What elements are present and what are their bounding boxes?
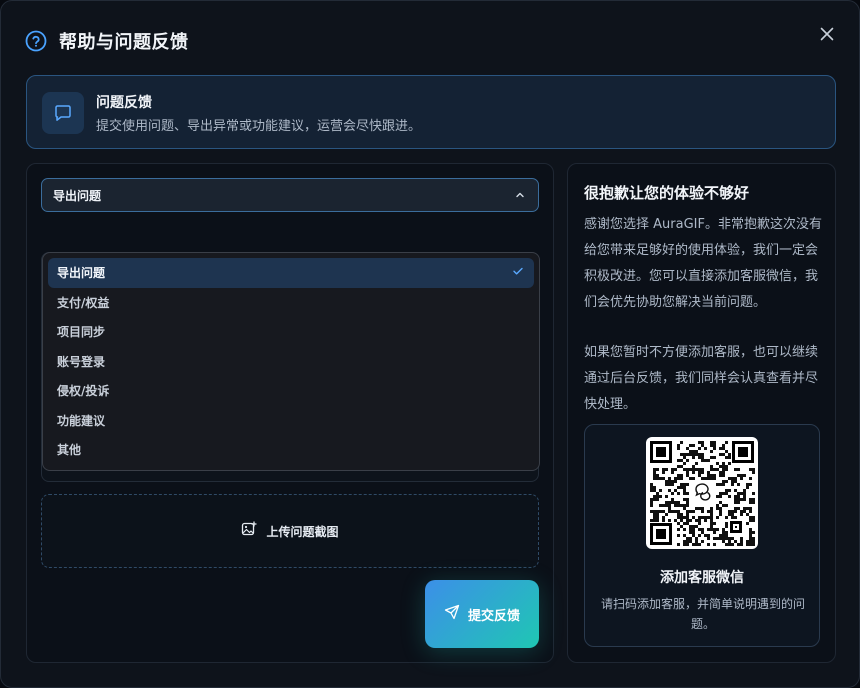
option-label: 项目同步: [57, 325, 106, 340]
banner-title: 问题反馈: [96, 95, 152, 111]
category-option[interactable]: 支付/权益: [48, 288, 534, 318]
wechat-qr-code: [646, 437, 758, 549]
support-paragraph-1: 感谢您选择 AuraGIF。非常抱歉这次没有给您带来足够好的使用体验，我们一定会…: [584, 217, 822, 310]
submit-feedback-button[interactable]: 提交反馈: [425, 580, 539, 648]
option-label: 功能建议: [57, 413, 106, 428]
category-select-value: 导出问题: [53, 188, 102, 203]
submit-label: 提交反馈: [467, 608, 520, 624]
option-label: 导出问题: [57, 266, 106, 281]
send-icon: [444, 604, 460, 624]
dialog-header: 帮助与问题反馈: [25, 27, 189, 55]
message-square-icon: [42, 92, 84, 134]
category-option[interactable]: 侵权/投诉: [48, 376, 534, 406]
option-label: 其他: [57, 443, 82, 458]
category-select[interactable]: 导出问题: [41, 178, 539, 212]
close-icon: [820, 26, 834, 45]
support-paragraph-2: 如果您暂时不方便添加客服，也可以继续通过后台反馈，我们同样会认真查看并尽快处理。: [584, 345, 819, 412]
check-icon: [512, 265, 524, 280]
wechat-qr-card: 添加客服微信 请扫码添加客服，并简单说明遇到的问题。: [584, 424, 820, 647]
category-option[interactable]: 其他: [48, 435, 534, 465]
help-circle-icon: [25, 30, 47, 52]
category-option[interactable]: 导出问题: [48, 258, 534, 288]
feedback-form-panel: 导出问题 导出问题 支付/权益 项目同步 账号登录 侵权/投诉 功能建议 其他 …: [26, 163, 554, 663]
option-label: 侵权/投诉: [57, 384, 110, 399]
help-feedback-dialog: 帮助与问题反馈 问题反馈 提交使用问题、导出异常或功能建议，运营会尽快跟进。 导…: [0, 0, 860, 688]
upload-screenshot-button[interactable]: 上传问题截图: [41, 494, 539, 568]
close-button[interactable]: [817, 25, 837, 45]
banner-description: 提交使用问题、导出异常或功能建议，运营会尽快跟进。: [96, 119, 422, 134]
category-dropdown-menu: 导出问题 支付/权益 项目同步 账号登录 侵权/投诉 功能建议 其他: [42, 252, 540, 471]
support-panel: 很抱歉让您的体验不够好 感谢您选择 AuraGIF。非常抱歉这次没有给您带来足够…: [567, 163, 836, 663]
support-title: 很抱歉让您的体验不够好: [584, 184, 750, 202]
upload-label: 上传问题截图: [266, 524, 339, 539]
qr-description: 请扫码添加客服，并简单说明遇到的问题。: [600, 597, 805, 631]
category-option[interactable]: 账号登录: [48, 347, 534, 377]
option-label: 账号登录: [57, 354, 106, 369]
dialog-title: 帮助与问题反馈: [59, 32, 189, 53]
category-option[interactable]: 功能建议: [48, 406, 534, 436]
category-option[interactable]: 项目同步: [48, 317, 534, 347]
chevron-up-icon: [514, 186, 526, 205]
qr-title: 添加客服微信: [660, 570, 744, 586]
image-plus-icon: [241, 521, 258, 541]
option-label: 支付/权益: [57, 295, 110, 310]
feedback-banner: 问题反馈 提交使用问题、导出异常或功能建议，运营会尽快跟进。: [26, 75, 836, 149]
